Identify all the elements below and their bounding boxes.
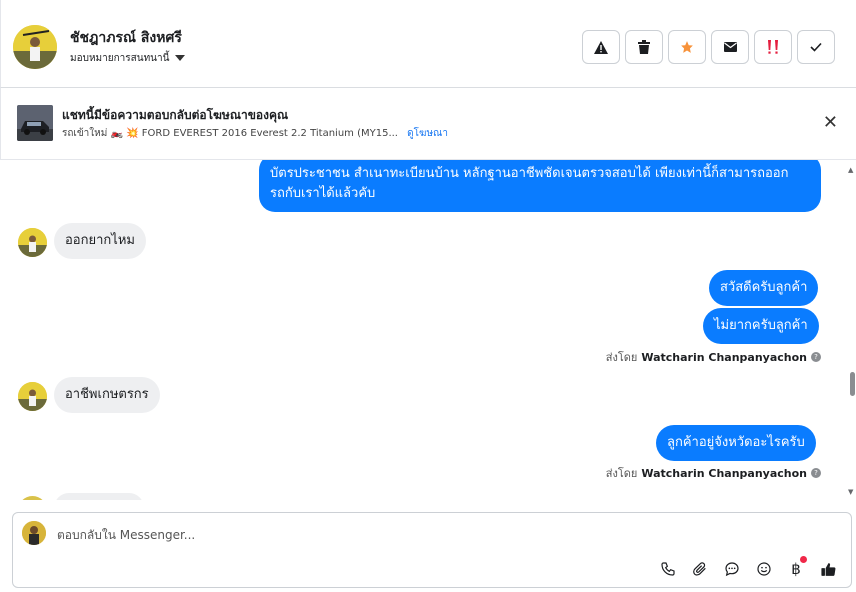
- contact-avatar-small: [18, 382, 47, 411]
- header-actions: [582, 30, 835, 64]
- assign-conversation-dropdown[interactable]: มอบหมายการสนทนานี้: [70, 51, 186, 66]
- delete-button[interactable]: [625, 30, 663, 64]
- mark-done-button[interactable]: [797, 30, 835, 64]
- baht-icon[interactable]: ฿: [785, 556, 807, 580]
- mark-priority-button[interactable]: [754, 30, 792, 64]
- mail-icon: [723, 42, 737, 52]
- scrollbar-thumb[interactable]: [850, 372, 855, 396]
- message-bubble-incoming[interactable]: ออกยากไหม: [54, 223, 146, 259]
- smiley-icon[interactable]: [753, 558, 775, 580]
- thumbs-up-icon[interactable]: [817, 558, 839, 580]
- double-exclamation-icon: [768, 40, 778, 54]
- contact-avatar-small: [18, 228, 47, 257]
- paperclip-icon[interactable]: [689, 558, 711, 580]
- message-text-line: รถกับเราได้แล้วคับ: [270, 186, 376, 201]
- ad-thumbnail[interactable]: [17, 105, 53, 141]
- sent-by-label: ส่งโดย Watcharin Chanpanyachon ?: [606, 464, 821, 482]
- ad-headline: รถเข้าใหม่ 🏍️ 💥 FORD EVEREST 2016 Everes…: [62, 128, 398, 139]
- report-spam-button[interactable]: [582, 30, 620, 64]
- sent-by-prefix: ส่งโดย: [605, 467, 638, 480]
- ad-reply-banner: แชทนี้มีข้อความตอบกลับต่อโฆษณาของคุณ รถเ…: [0, 88, 856, 160]
- view-ad-link[interactable]: ดูโฆษณา: [407, 128, 448, 139]
- email-button[interactable]: [711, 30, 749, 64]
- message-bubble-incoming[interactable]: [54, 493, 144, 500]
- warning-icon: [594, 40, 608, 54]
- message-bubble-outgoing[interactable]: สวัสดีครับลูกค้า: [709, 270, 819, 306]
- star-button[interactable]: [668, 30, 706, 64]
- phone-icon[interactable]: [657, 558, 679, 580]
- help-icon[interactable]: ?: [811, 352, 821, 362]
- trash-icon: [638, 40, 650, 54]
- message-bubble-outgoing[interactable]: บัตรประชาชน สำเนาทะเบียนบ้าน หลักฐานอาชี…: [259, 160, 821, 212]
- message-bubble-incoming[interactable]: อาชีพเกษตรกร: [54, 377, 160, 413]
- scroll-down-icon[interactable]: ▼: [848, 488, 853, 496]
- composer-tools: ฿: [657, 556, 839, 580]
- sender-name: Watcharin Chanpanyachon: [641, 350, 807, 364]
- contact-name: ชัชฎาภรณ์ สิงหศรี: [70, 30, 182, 46]
- sent-by-prefix: ส่งโดย: [605, 351, 638, 364]
- contact-avatar[interactable]: [13, 25, 57, 69]
- ad-banner-title: แชทนี้มีข้อความตอบกลับต่อโฆษณาของคุณ: [62, 108, 289, 122]
- reply-composer: ตอบกลับใน Messenger... ฿: [12, 512, 852, 588]
- chat-bubble-icon[interactable]: [721, 558, 743, 580]
- message-bubble-outgoing[interactable]: ลูกค้าอยู่จังหวัดอะไรครับ: [656, 425, 816, 461]
- message-bubble-outgoing[interactable]: ไม่ยากครับลูกค้า: [703, 308, 819, 344]
- help-icon[interactable]: ?: [811, 468, 821, 478]
- page-avatar: [22, 521, 46, 545]
- contact-avatar-small: [18, 496, 47, 500]
- check-icon: [810, 42, 822, 52]
- ad-banner-subtitle: รถเข้าใหม่ 🏍️ 💥 FORD EVEREST 2016 Everes…: [62, 126, 448, 141]
- star-icon: [681, 41, 693, 53]
- caret-down-icon: [175, 54, 186, 61]
- message-thread[interactable]: บัตรประชาชน สำเนาทะเบียนบ้าน หลักฐานอาชี…: [0, 160, 846, 500]
- thread-scrollbar[interactable]: ▲ ▼: [846, 160, 856, 500]
- sent-by-label: ส่งโดย Watcharin Chanpanyachon ?: [606, 348, 821, 366]
- reply-input[interactable]: ตอบกลับใน Messenger...: [57, 526, 195, 545]
- assign-label: มอบหมายการสนทนานี้: [70, 53, 170, 64]
- conversation-header: ชัชฎาภรณ์ สิงหศรี มอบหมายการสนทนานี้: [0, 0, 856, 88]
- message-text-line: บัตรประชาชน สำเนาทะเบียนบ้าน หลักฐานอาชี…: [270, 166, 789, 181]
- close-icon[interactable]: ✕: [823, 114, 838, 132]
- scroll-up-icon[interactable]: ▲: [848, 166, 853, 174]
- sender-name: Watcharin Chanpanyachon: [641, 466, 807, 480]
- notification-dot: [800, 556, 807, 563]
